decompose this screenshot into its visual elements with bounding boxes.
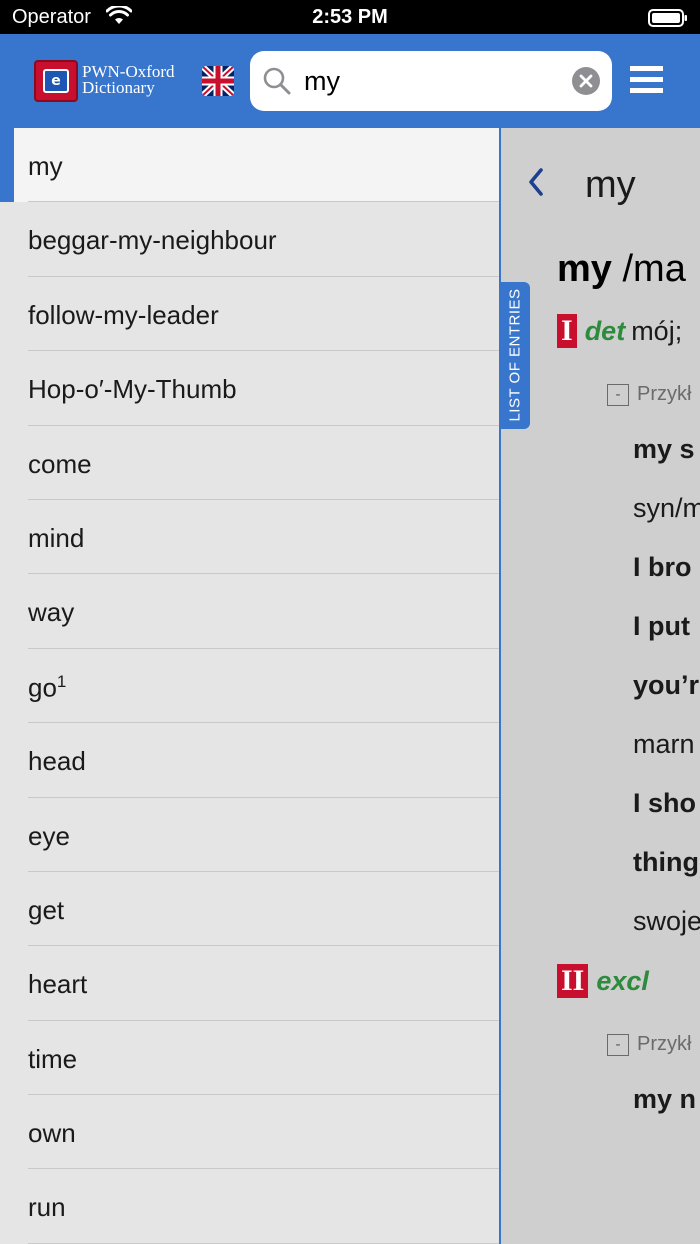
example-translation: syn/m xyxy=(633,493,700,523)
headword-text: my xyxy=(557,248,612,290)
list-item[interactable]: go1 xyxy=(0,649,499,724)
logo-line-2: Dictionary xyxy=(82,78,155,97)
search-icon xyxy=(263,67,291,95)
example-text: my s xyxy=(633,434,695,464)
examples-toggle[interactable]: - Przykł xyxy=(607,378,691,409)
status-time: 2:53 PM xyxy=(312,6,388,28)
list-item[interactable]: head xyxy=(0,723,499,798)
list-item-label: head xyxy=(28,746,86,777)
collapse-icon: - xyxy=(607,1033,629,1056)
examples-toggle[interactable]: - Przykł xyxy=(607,1028,691,1059)
chevron-left-icon[interactable] xyxy=(525,166,547,198)
list-item-label: beggar-my-neighbour xyxy=(28,225,277,256)
list-item[interactable]: Hop-o′-My-Thumb xyxy=(0,351,499,426)
sense-number-badge: II xyxy=(557,964,589,998)
list-item-label: mind xyxy=(28,522,85,553)
status-bar: Operator 2:53 PM xyxy=(0,0,700,34)
list-item[interactable]: way xyxy=(0,574,499,650)
list-tab-label: LIST OF ENTRIES xyxy=(506,288,524,422)
list-item[interactable]: follow-my-leader xyxy=(0,277,499,352)
example-translation: marn xyxy=(633,729,695,759)
sense-2: II excl xyxy=(557,964,649,998)
list-item-label: get xyxy=(28,894,65,925)
homograph-number: 1 xyxy=(56,671,67,691)
example-text: thing xyxy=(633,847,699,877)
app-logo-icon: e xyxy=(34,60,78,102)
example-text: I sho xyxy=(633,788,697,818)
list-item-label: my xyxy=(28,151,63,181)
example-translation: swoje xyxy=(633,906,700,936)
list-item[interactable]: heart xyxy=(0,946,499,1022)
list-item[interactable]: mind xyxy=(0,500,499,575)
list-item-label: time xyxy=(28,1043,78,1074)
headword: my /ma xyxy=(557,248,686,291)
example-text: you’r xyxy=(633,670,700,700)
list-item-label: way xyxy=(28,597,75,628)
example-text: my n xyxy=(633,1084,697,1114)
list-item[interactable]: run xyxy=(0,1169,499,1244)
battery-icon xyxy=(648,9,687,27)
list-item[interactable]: my xyxy=(0,128,499,203)
list-item[interactable]: own xyxy=(0,1095,499,1170)
list-item-label: go1 xyxy=(28,672,66,704)
list-item[interactable]: beggar-my-neighbour xyxy=(0,202,499,278)
search-box[interactable] xyxy=(250,51,612,111)
pronunciation: /ma xyxy=(622,248,686,290)
entry-list: my beggar-my-neighbour follow-my-leader … xyxy=(0,128,499,1244)
search-input[interactable] xyxy=(304,63,564,99)
clear-search-icon[interactable] xyxy=(572,67,600,95)
part-of-speech: excl xyxy=(596,965,649,996)
examples-label: Przykł xyxy=(637,1033,692,1056)
list-item-word: go xyxy=(28,672,57,703)
list-item[interactable]: come xyxy=(0,426,499,501)
definition-pane: my my /ma Idet mój; - Przykł my s syn/m I … xyxy=(501,128,700,1244)
list-item-label: eye xyxy=(28,820,70,851)
sense-1: Idet mój; xyxy=(557,314,682,348)
list-item-label: run xyxy=(28,1192,66,1223)
part-of-speech: det xyxy=(584,315,626,346)
menu-icon[interactable] xyxy=(630,66,663,94)
collapse-icon: - xyxy=(607,383,629,406)
list-item[interactable]: get xyxy=(0,872,499,947)
sense-number-badge: I xyxy=(557,314,577,348)
app-header: e PWN-Oxford Dictionary xyxy=(0,34,700,128)
app-logo-text: PWN-Oxford Dictionary xyxy=(82,63,175,97)
list-item[interactable]: time xyxy=(0,1021,499,1096)
definition-title: my xyxy=(585,164,636,206)
examples-label: Przykł xyxy=(637,383,692,406)
list-item-label: heart xyxy=(28,969,88,1000)
example-text: I bro xyxy=(633,552,692,582)
sense-gloss: mój; xyxy=(631,315,683,346)
list-item-label: follow-my-leader xyxy=(28,299,219,330)
list-of-entries-tab[interactable]: LIST OF ENTRIES xyxy=(500,282,530,429)
list-item-label: Hop-o′-My-Thumb xyxy=(28,374,237,405)
list-item-label: own xyxy=(28,1118,76,1149)
list-item[interactable]: eye xyxy=(0,798,499,873)
list-item-label: come xyxy=(28,448,92,479)
example-text: I put xyxy=(633,611,690,641)
uk-flag-icon[interactable] xyxy=(202,66,234,96)
